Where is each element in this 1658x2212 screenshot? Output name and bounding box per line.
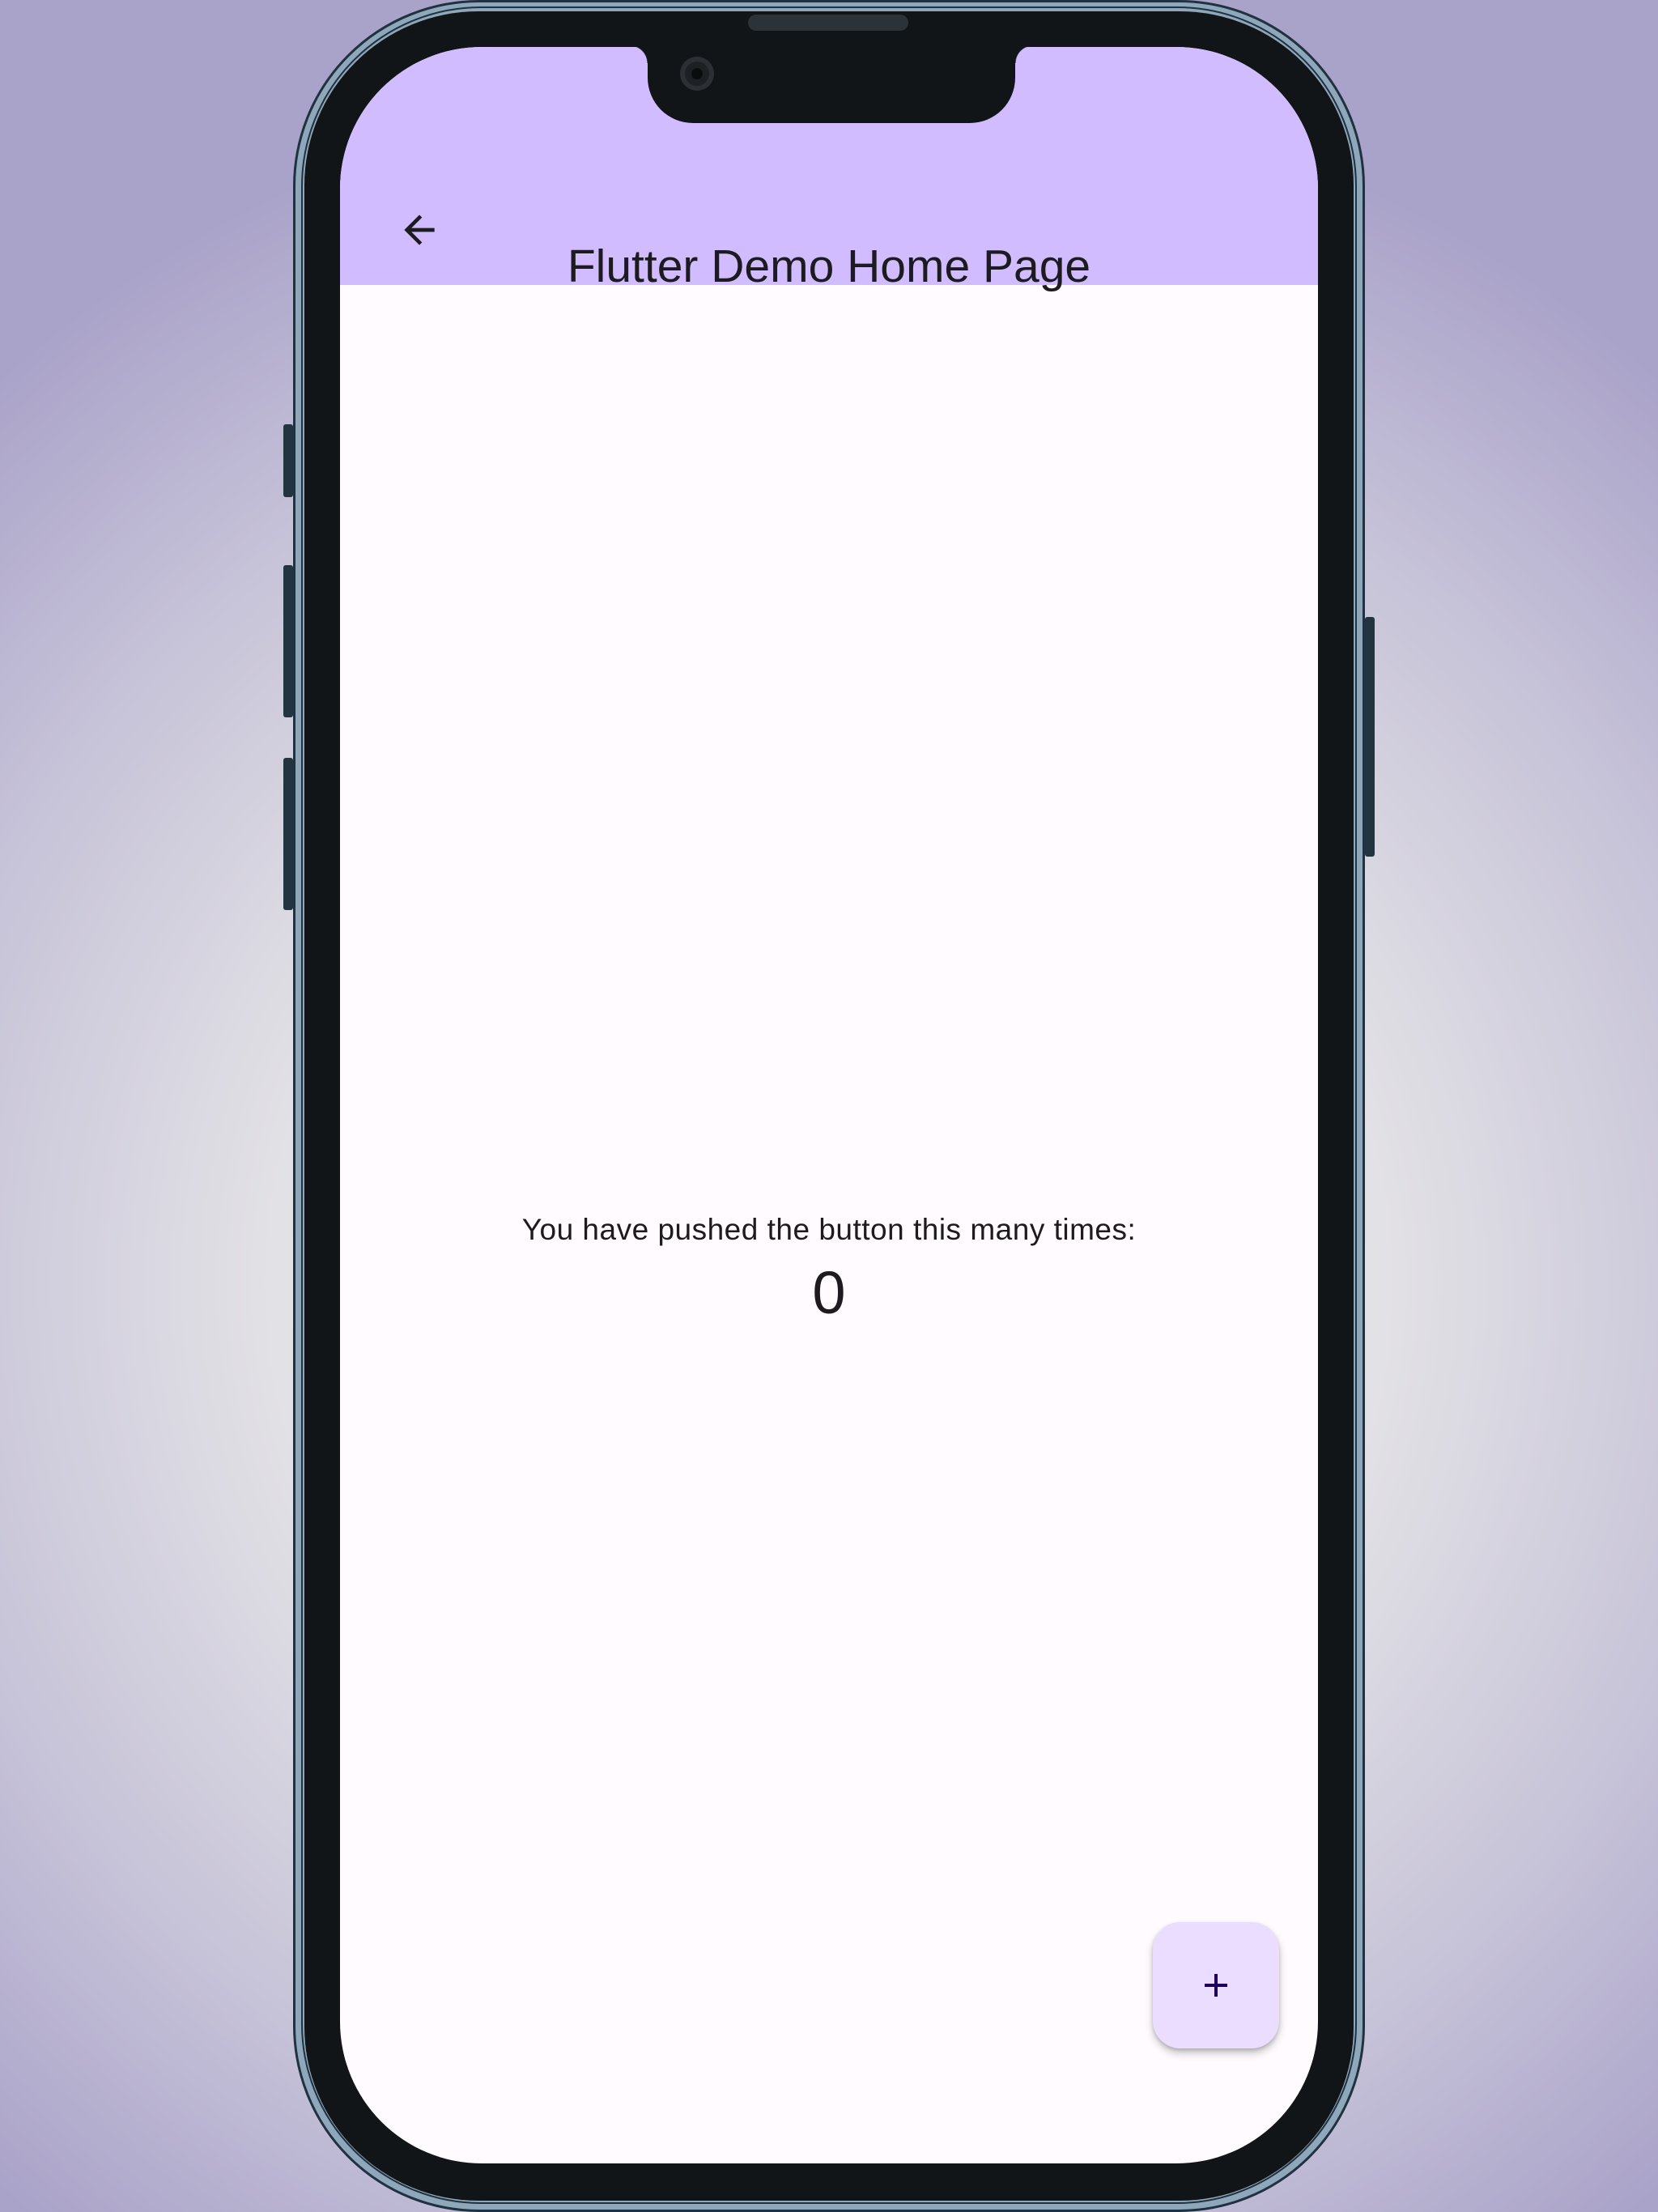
- page-title: Flutter Demo Home Page: [567, 240, 1091, 292]
- speaker-grille: [748, 15, 908, 31]
- mute-switch: [283, 424, 293, 497]
- plus-icon: [1205, 1974, 1227, 1997]
- volume-down-button: [283, 758, 293, 910]
- counter-label: You have pushed the button this many tim…: [521, 1213, 1137, 1246]
- power-button: [1365, 617, 1375, 857]
- device-screen: Flutter Demo Home Page You have pushed t…: [340, 47, 1318, 2163]
- counter-value: 0: [812, 1259, 846, 1326]
- front-camera: [680, 57, 714, 91]
- volume-up-button: [283, 565, 293, 717]
- increment-button[interactable]: [1153, 1922, 1279, 2048]
